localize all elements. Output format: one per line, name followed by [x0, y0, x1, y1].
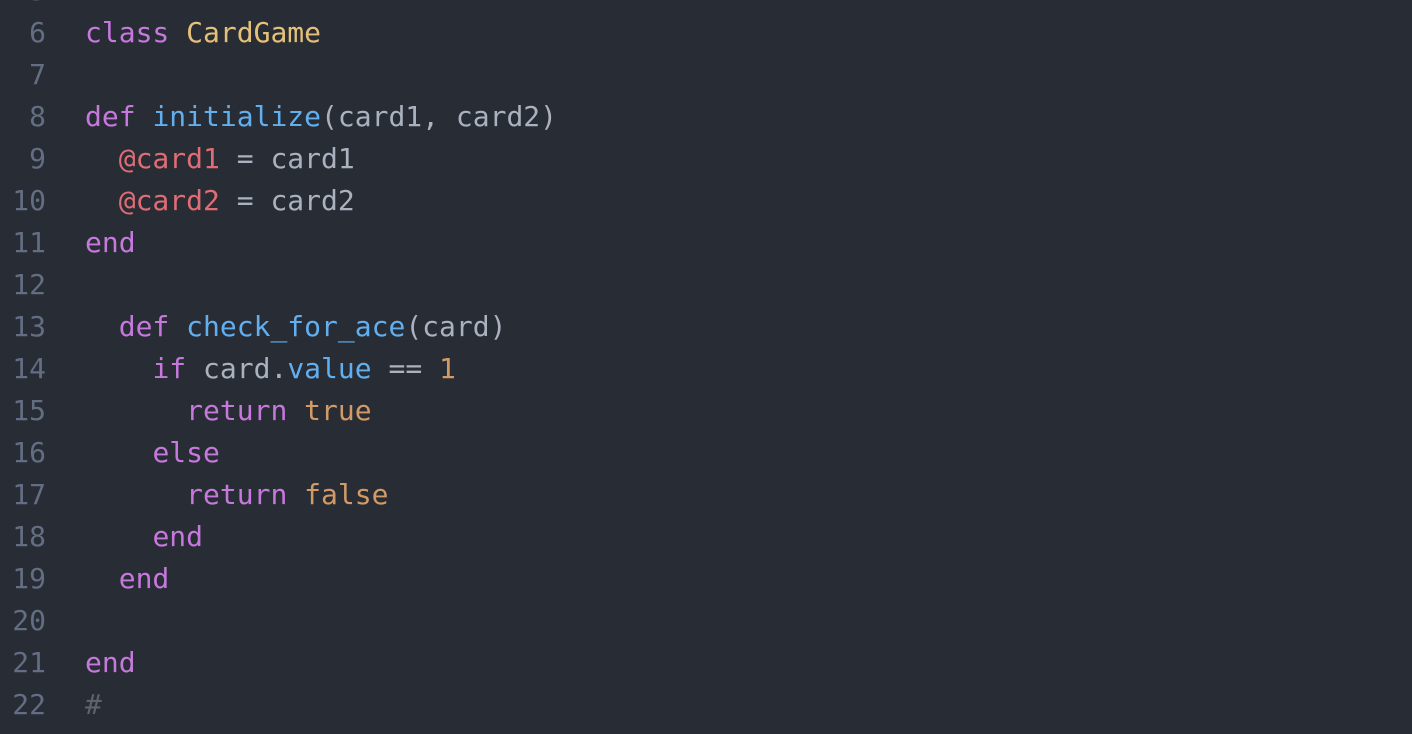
line-number: 20 — [12, 604, 46, 637]
code-line[interactable]: 17 return false — [0, 474, 1412, 516]
line-number: 19 — [12, 562, 46, 595]
token-class-name: CardGame — [186, 16, 322, 49]
line-content: if card.value == 1 — [85, 348, 456, 390]
token-text: = card2 — [219, 184, 355, 217]
line-content: end — [85, 558, 170, 600]
token-keyword: class — [85, 16, 170, 49]
token-function: initialize — [152, 100, 322, 133]
code-line[interactable]: 10 @card2 = card2 — [0, 180, 1412, 222]
line-content: else — [85, 432, 220, 474]
line-content: def initialize(card1, card2) — [85, 96, 557, 138]
token-text: == — [371, 352, 440, 385]
line-number: 12 — [12, 268, 46, 301]
line-content: @card1 = card1 — [85, 138, 355, 180]
line-number: 7 — [29, 58, 46, 91]
line-content: @card2 = card2 — [85, 180, 355, 222]
line-number: 18 — [12, 520, 46, 553]
code-line[interactable]: 8 def initialize(card1, card2) — [0, 96, 1412, 138]
line-number: 11 — [12, 226, 46, 259]
token-text: = card1 — [219, 142, 355, 175]
code-line[interactable]: 12 — [0, 264, 1412, 306]
line-content: # — [85, 684, 102, 726]
token-comment: # — [85, 688, 102, 721]
token-keyword: end — [118, 562, 170, 595]
line-content: end — [85, 516, 203, 558]
code-line[interactable]: 13 def check_for_ace(card) — [0, 306, 1412, 348]
line-number: 14 — [12, 352, 46, 385]
line-number: 17 — [12, 478, 46, 511]
code-line[interactable]: 19 end — [0, 558, 1412, 600]
line-number: 16 — [12, 436, 46, 469]
token-keyword: def — [118, 310, 170, 343]
code-line[interactable]: 18 end — [0, 516, 1412, 558]
code-line[interactable]: 7 — [0, 54, 1412, 96]
code-line[interactable]: 16 else — [0, 432, 1412, 474]
token-constant: 1 — [439, 352, 456, 385]
code-line[interactable]: 15 return true — [0, 390, 1412, 432]
line-number: 21 — [12, 646, 46, 679]
token-text: card. — [186, 352, 288, 385]
line-number: 13 — [12, 310, 46, 343]
token-function: check_for_ace — [186, 310, 406, 343]
token-keyword: if — [152, 352, 187, 385]
line-content: return false — [85, 474, 388, 516]
token-keyword: return — [186, 394, 288, 427]
code-line[interactable]: 11 end — [0, 222, 1412, 264]
line-content: end — [85, 222, 136, 264]
code-line[interactable]: 6 class CardGame — [0, 12, 1412, 54]
line-content: return true — [85, 390, 372, 432]
code-line[interactable]: 22 # — [0, 684, 1412, 726]
line-number: 15 — [12, 394, 46, 427]
code-line[interactable]: 20 — [0, 600, 1412, 642]
token-keyword: end — [85, 226, 136, 259]
line-number: 5 — [0, 0, 46, 12]
line-content: class CardGame — [85, 12, 321, 54]
code-area[interactable]: 5 6 class CardGame 7 8 def initialize(card1, … — [0, 0, 1412, 726]
token-keyword: end — [85, 646, 136, 679]
line-content: def check_for_ace(card) — [85, 306, 507, 348]
line-number: 22 — [12, 688, 46, 721]
code-editor[interactable]: 5 6 class CardGame 7 8 def initialize(card1, … — [0, 0, 1412, 734]
token-keyword: end — [152, 520, 204, 553]
line-number: 8 — [29, 100, 46, 133]
line-number: 9 — [29, 142, 46, 175]
token-instance-var: @card2 — [118, 184, 220, 217]
line-number: 6 — [29, 16, 46, 49]
token-constant: true — [304, 394, 372, 427]
code-line[interactable]: 9 @card1 = card1 — [0, 138, 1412, 180]
token-instance-var: @card1 — [118, 142, 220, 175]
line-number: 10 — [12, 184, 46, 217]
code-line[interactable]: 5 — [0, 0, 1412, 12]
token-function: value — [287, 352, 372, 385]
token-text: (card1, card2) — [321, 100, 558, 133]
token-text: (card) — [405, 310, 507, 343]
token-constant: false — [304, 478, 389, 511]
token-keyword: else — [152, 436, 220, 469]
token-keyword: def — [85, 100, 136, 133]
line-content: end — [85, 642, 136, 684]
token-keyword: return — [186, 478, 288, 511]
code-line[interactable]: 21 end — [0, 642, 1412, 684]
code-line[interactable]: 14 if card.value == 1 — [0, 348, 1412, 390]
